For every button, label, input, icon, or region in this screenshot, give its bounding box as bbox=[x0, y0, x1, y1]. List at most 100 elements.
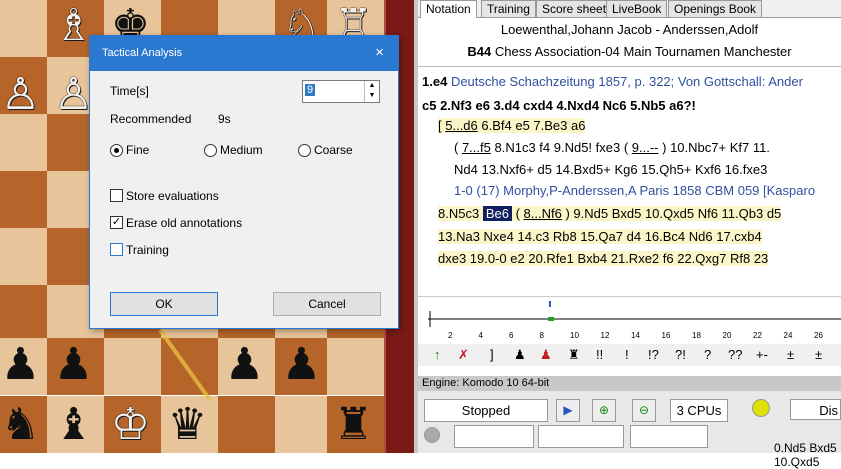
erase-annotations-checkbox[interactable]: ✓ bbox=[110, 216, 123, 229]
symbol-dubious[interactable]: ?! bbox=[675, 344, 686, 366]
stepper-arrows[interactable]: ▲ ▼ bbox=[364, 81, 379, 102]
symbol-mistake[interactable]: ? bbox=[704, 344, 711, 366]
black-pawn-icon[interactable]: ♟ bbox=[0, 336, 49, 393]
graph-tick-label: 4 bbox=[478, 331, 483, 340]
variation-line[interactable]: dxe3 19.0-0 e2 20.Rfe1 Bxb4 21.Rxe2 f6 2… bbox=[438, 251, 769, 266]
pawn-icon[interactable]: ♟ bbox=[514, 344, 526, 366]
time-input[interactable]: 9 bbox=[305, 84, 316, 96]
store-evaluations-label[interactable]: Store evaluations bbox=[126, 189, 219, 203]
dis-button[interactable]: Dis bbox=[790, 399, 841, 420]
black-rook-icon[interactable]: ♜ bbox=[325, 396, 382, 453]
graph-tick-label: 8 bbox=[539, 331, 544, 340]
radio-medium-label[interactable]: Medium bbox=[220, 143, 263, 157]
dialog-title: Tactical Analysis bbox=[102, 47, 183, 59]
radio-coarse[interactable] bbox=[298, 144, 311, 157]
training-label[interactable]: Training bbox=[126, 243, 169, 257]
graph-tick-label: 18 bbox=[692, 331, 701, 340]
cancel-button[interactable]: Cancel bbox=[273, 292, 381, 316]
cpus-button[interactable]: 3 CPUs bbox=[670, 399, 728, 422]
graph-tick-label: 12 bbox=[600, 331, 610, 340]
engine-toggle-icon[interactable] bbox=[752, 399, 770, 417]
training-checkbox[interactable] bbox=[110, 243, 123, 256]
tab-livebook[interactable]: LiveBook bbox=[606, 0, 668, 17]
arrow-up-icon[interactable]: ↑ bbox=[434, 344, 441, 366]
variation-line[interactable]: 8.N5c3 Be6 ( 8...Nf6 ) 9.Nd5 Bxd5 10.Qxd… bbox=[438, 206, 782, 221]
graph-tick-label: 16 bbox=[661, 331, 671, 340]
radio-medium[interactable] bbox=[204, 144, 217, 157]
radio-fine[interactable] bbox=[110, 144, 123, 157]
move[interactable]: 1.e4 bbox=[422, 74, 447, 89]
white-pawn-icon[interactable]: ♙ bbox=[0, 66, 49, 123]
symbol-interesting[interactable]: !? bbox=[648, 344, 659, 366]
erase-annotations-label[interactable]: Erase old annotations bbox=[126, 216, 242, 230]
board-square[interactable] bbox=[218, 396, 275, 453]
variation-line[interactable]: [ 5...d6 6.Bf4 e5 7.Be3 a6 bbox=[438, 118, 586, 133]
symbol-blunder[interactable]: ?? bbox=[728, 344, 742, 366]
engine-field bbox=[538, 425, 624, 448]
move[interactable]: 7...f5 bbox=[462, 140, 491, 155]
zoom-out-icon[interactable]: ⊖ bbox=[632, 399, 656, 422]
moves[interactable]: 8.N1c3 f4 9.Nd5! fxe3 ( bbox=[491, 140, 632, 155]
move[interactable]: 9...-- bbox=[632, 140, 659, 155]
time-stepper[interactable]: 9 ▲ ▼ bbox=[302, 80, 380, 103]
radio-fine-label[interactable]: Fine bbox=[126, 143, 149, 157]
game-event: B44 Chess Association-04 Main Tournamen … bbox=[418, 44, 841, 59]
recommended-label: Recommended bbox=[110, 112, 192, 126]
chevron-down-icon[interactable]: ▼ bbox=[365, 91, 379, 101]
current-move[interactable]: Be6 bbox=[482, 206, 512, 221]
tab-openings-book[interactable]: Openings Book bbox=[668, 0, 763, 17]
black-pawn-icon[interactable]: ♟ bbox=[45, 336, 102, 393]
reference-line: 1-0 (17) Morphy,P-Anderssen,A Paris 1858… bbox=[454, 183, 816, 198]
symbol-brilliant[interactable]: !! bbox=[596, 344, 603, 366]
graph-tick-label: 24 bbox=[783, 331, 793, 340]
notation-line[interactable]: 1.e4 Deutsche Schachzeitung 1857, p. 322… bbox=[422, 74, 803, 89]
board-icon[interactable]: ♜ bbox=[568, 344, 580, 366]
time-label: Time[s] bbox=[110, 84, 149, 98]
move[interactable]: 5...d6 bbox=[445, 118, 478, 133]
graph-tick-label: 26 bbox=[814, 331, 823, 340]
delete-variation-icon[interactable]: ✗ bbox=[458, 344, 469, 366]
chevron-up-icon[interactable]: ▲ bbox=[365, 81, 379, 91]
engine-pane: Stopped ▶ ⊕ ⊖ 3 CPUs Dis 0.Nd5 Bxd5 10.Q… bbox=[418, 391, 841, 469]
black-knight-icon[interactable]: ♞ bbox=[0, 396, 49, 453]
variation-line[interactable]: 13.Na3 Nxe4 14.c3 Rb8 15.Qa7 d4 16.Bc4 N… bbox=[438, 229, 762, 244]
board-square[interactable] bbox=[327, 338, 384, 395]
bracket-icon[interactable]: ] bbox=[490, 344, 494, 366]
graph-tick-label: 6 bbox=[509, 331, 514, 340]
black-bishop-icon[interactable]: ♝ bbox=[45, 396, 102, 453]
black-pawn-icon[interactable]: ♟ bbox=[273, 336, 330, 393]
close-icon[interactable]: × bbox=[375, 44, 384, 61]
zoom-in-icon[interactable]: ⊕ bbox=[592, 399, 616, 422]
engine-line: 0.Nd5 Bxd5 10.Qxd5 bbox=[774, 441, 837, 469]
tab-notation[interactable]: Notation bbox=[420, 0, 477, 18]
tab-training[interactable]: Training bbox=[481, 0, 536, 17]
play-icon[interactable]: ▶ bbox=[556, 399, 580, 422]
variation-line[interactable]: ( 7...f5 8.N1c3 f4 9.Nd5! fxe3 ( 9...-- … bbox=[454, 140, 770, 155]
symbol-white-winning[interactable]: +- bbox=[756, 344, 768, 366]
notation-pane[interactable]: Loewenthal,Johann Jacob - Anderssen,Adol… bbox=[418, 18, 841, 294]
symbol-white-better[interactable]: ± bbox=[787, 344, 794, 366]
bracket: ( bbox=[454, 140, 462, 155]
black-queen-icon[interactable]: ♛ bbox=[159, 396, 216, 453]
dialog-titlebar[interactable]: Tactical Analysis × bbox=[90, 36, 398, 71]
board-square[interactable] bbox=[275, 396, 332, 453]
moves[interactable]: ) 10.Nbc7+ Kf7 11. bbox=[659, 140, 770, 155]
notation-line[interactable]: c5 2.Nf3 e6 3.d4 cxd4 4.Nxd4 Nc6 5.Nb5 a… bbox=[422, 98, 696, 113]
move[interactable]: 8.N5c3 bbox=[438, 206, 479, 221]
moves[interactable]: ) 9.Nd5 Bxd5 10.Qxd5 Nf6 11.Qb3 d5 bbox=[562, 206, 781, 221]
radio-coarse-label[interactable]: Coarse bbox=[314, 143, 353, 157]
symbol-white-slight[interactable]: ± bbox=[815, 344, 822, 366]
moves[interactable]: 6.Bf4 e5 7.Be3 a6 bbox=[478, 118, 585, 133]
white-king-icon[interactable]: ♔ bbox=[102, 396, 159, 453]
evaluation-graph[interactable]: 2 4 6 8 10 12 14 16 18 20 22 24 26 bbox=[418, 296, 841, 345]
event-name: Chess Association-04 Main Tournamen Manc… bbox=[494, 44, 792, 59]
red-pawn-icon[interactable]: ♟ bbox=[540, 344, 552, 366]
tab-score-sheet[interactable]: Score sheet bbox=[536, 0, 613, 17]
symbol-good[interactable]: ! bbox=[625, 344, 629, 366]
variation-line[interactable]: Nd4 13.Nxf6+ d5 14.Bxd5+ Kg6 15.Qh5+ Kxf… bbox=[454, 162, 767, 177]
black-pawn-icon[interactable]: ♟ bbox=[216, 336, 273, 393]
graph-tick-label: 20 bbox=[722, 331, 732, 340]
move[interactable]: 8...Nf6 bbox=[524, 206, 562, 221]
store-evaluations-checkbox[interactable] bbox=[110, 189, 123, 202]
ok-button[interactable]: OK bbox=[110, 292, 218, 316]
